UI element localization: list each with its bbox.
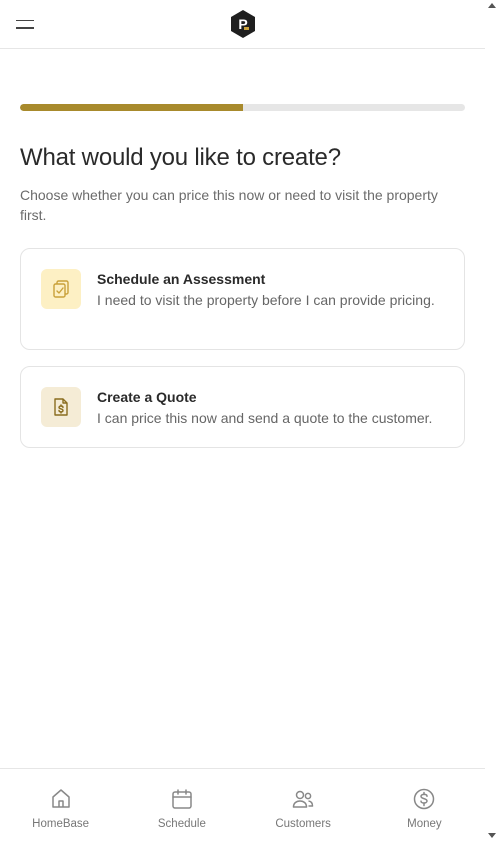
nav-item-schedule[interactable]: Schedule	[121, 769, 242, 845]
nav-label: HomeBase	[32, 818, 90, 830]
vertical-scrollbar[interactable]	[485, 0, 500, 845]
calendar-icon	[172, 789, 192, 809]
hamburger-menu-icon[interactable]	[16, 15, 38, 33]
schedule-assessment-option[interactable]: Schedule an Assessment I need to visit t…	[20, 248, 465, 350]
option-description: I need to visit the property before I ca…	[97, 292, 435, 308]
home-icon	[51, 789, 70, 808]
option-title: Create a Quote	[97, 389, 197, 405]
option-title: Schedule an Assessment	[97, 271, 266, 287]
nav-label: Schedule	[157, 818, 206, 830]
option-description: I can price this now and send a quote to…	[97, 410, 433, 426]
users-icon	[292, 790, 314, 808]
nav-label: Customers	[275, 818, 331, 830]
nav-label: Money	[407, 818, 442, 830]
top-header: P	[0, 0, 485, 49]
nav-item-customers[interactable]: Customers	[243, 769, 364, 845]
progress-fill	[20, 104, 243, 111]
dollar-document-icon	[41, 387, 81, 427]
brand-logo[interactable]: P	[229, 9, 257, 39]
page-title: What would you like to create?	[20, 144, 341, 171]
scroll-up-arrow-icon[interactable]	[488, 3, 496, 8]
create-quote-option[interactable]: Create a Quote I can price this now and …	[20, 366, 465, 448]
scroll-down-arrow-icon[interactable]	[488, 833, 496, 838]
dollar-circle-icon	[414, 788, 435, 810]
progress-bar	[20, 104, 465, 111]
nav-item-money[interactable]: Money	[364, 769, 485, 845]
nav-item-homebase[interactable]: HomeBase	[0, 769, 121, 845]
bottom-navigation: HomeBase Schedule Customers Money	[0, 768, 485, 845]
page-subtitle: Choose whether you can price this now or…	[20, 187, 438, 223]
clipboard-check-icon	[41, 269, 81, 309]
app-container: P What would you like to create? Choose …	[0, 0, 485, 845]
